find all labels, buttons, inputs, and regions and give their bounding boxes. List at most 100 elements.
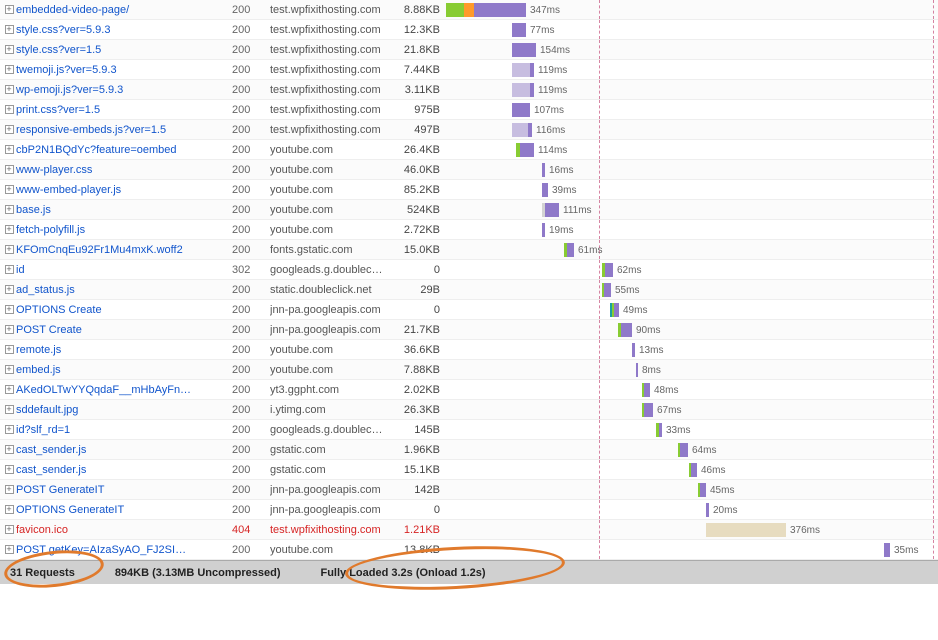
expand-toggle[interactable]: + — [0, 184, 14, 195]
table-row[interactable]: +OPTIONS GenerateIT200jnn-pa.googleapis.… — [0, 500, 938, 520]
timing-bar: 13ms — [632, 343, 663, 357]
table-row[interactable]: +cbP2N1BQdYc?feature=oembed200youtube.co… — [0, 140, 938, 160]
request-url[interactable]: cast_sender.js — [14, 444, 232, 456]
expand-toggle[interactable]: + — [0, 324, 14, 335]
request-url[interactable]: POST Create — [14, 324, 232, 336]
request-url[interactable]: style.css?ver=1.5 — [14, 44, 232, 56]
expand-toggle[interactable]: + — [0, 484, 14, 495]
expand-toggle[interactable]: + — [0, 44, 14, 55]
expand-toggle[interactable]: + — [0, 304, 14, 315]
bar-segment-recv — [614, 303, 619, 317]
request-url[interactable]: www-player.css — [14, 164, 232, 176]
expand-toggle[interactable]: + — [0, 544, 14, 555]
request-size: 29B — [398, 284, 446, 296]
table-row[interactable]: +id?slf_rd=1200googleads.g.doublec…145B3… — [0, 420, 938, 440]
timing-bar: 90ms — [618, 323, 660, 337]
table-row[interactable]: +remote.js200youtube.com36.6KB13ms — [0, 340, 938, 360]
expand-toggle[interactable]: + — [0, 444, 14, 455]
table-row[interactable]: +POST getKey=AIzaSyAO_FJ2SI…200youtube.c… — [0, 540, 938, 560]
expand-toggle[interactable]: + — [0, 24, 14, 35]
request-url[interactable]: twemoji.js?ver=5.9.3 — [14, 64, 232, 76]
table-row[interactable]: +AKedOLTwYYQqdaF__mHbAyFn…200yt3.ggpht.c… — [0, 380, 938, 400]
expand-toggle[interactable]: + — [0, 144, 14, 155]
table-row[interactable]: +embedded-video-page/200test.wpfixithost… — [0, 0, 938, 20]
request-url[interactable]: POST getKey=AIzaSyAO_FJ2SI… — [14, 544, 232, 556]
table-row[interactable]: +twemoji.js?ver=5.9.3200test.wpfixithost… — [0, 60, 938, 80]
expand-toggle[interactable]: + — [0, 104, 14, 115]
request-url[interactable]: www-embed-player.js — [14, 184, 232, 196]
table-row[interactable]: +ad_status.js200static.doubleclick.net29… — [0, 280, 938, 300]
expand-toggle[interactable]: + — [0, 504, 14, 515]
table-row[interactable]: +sddefault.jpg200i.ytimg.com26.3KB67ms — [0, 400, 938, 420]
request-url[interactable]: favicon.ico — [14, 524, 232, 536]
table-row[interactable]: +cast_sender.js200gstatic.com1.96KB64ms — [0, 440, 938, 460]
table-row[interactable]: +POST Create200jnn-pa.googleapis.com21.7… — [0, 320, 938, 340]
timing-bar: 114ms — [516, 143, 567, 157]
table-row[interactable]: +cast_sender.js200gstatic.com15.1KB46ms — [0, 460, 938, 480]
timing-bar: 67ms — [642, 403, 681, 417]
expand-toggle[interactable]: + — [0, 204, 14, 215]
request-url[interactable]: wp-emoji.js?ver=5.9.3 — [14, 84, 232, 96]
request-url[interactable]: OPTIONS Create — [14, 304, 232, 316]
request-url[interactable]: sddefault.jpg — [14, 404, 232, 416]
expand-toggle[interactable]: + — [0, 464, 14, 475]
request-url[interactable]: id — [14, 264, 232, 276]
request-url[interactable]: print.css?ver=1.5 — [14, 104, 232, 116]
request-url[interactable]: fetch-polyfill.js — [14, 224, 232, 236]
table-row[interactable]: +wp-emoji.js?ver=5.9.3200test.wpfixithos… — [0, 80, 938, 100]
expand-toggle[interactable]: + — [0, 224, 14, 235]
expand-toggle[interactable]: + — [0, 264, 14, 275]
expand-toggle[interactable]: + — [0, 84, 14, 95]
expand-toggle[interactable]: + — [0, 404, 14, 415]
expand-toggle[interactable]: + — [0, 4, 14, 15]
table-row[interactable]: +responsive-embeds.js?ver=1.5200test.wpf… — [0, 120, 938, 140]
expand-toggle[interactable]: + — [0, 344, 14, 355]
table-row[interactable]: +OPTIONS Create200jnn-pa.googleapis.com0… — [0, 300, 938, 320]
request-url[interactable]: embedded-video-page/ — [14, 4, 232, 16]
request-url[interactable]: embed.js — [14, 364, 232, 376]
expand-toggle[interactable]: + — [0, 364, 14, 375]
request-status: 200 — [232, 124, 270, 136]
request-url[interactable]: KFOmCnqEu92Fr1Mu4mxK.woff2 — [14, 244, 232, 256]
table-row[interactable]: +style.css?ver=5.9.3200test.wpfixithosti… — [0, 20, 938, 40]
expand-toggle[interactable]: + — [0, 424, 14, 435]
table-row[interactable]: +KFOmCnqEu92Fr1Mu4mxK.woff2200fonts.gsta… — [0, 240, 938, 260]
request-url[interactable]: POST GenerateIT — [14, 484, 232, 496]
request-url[interactable]: style.css?ver=5.9.3 — [14, 24, 232, 36]
timing-label: 67ms — [657, 405, 681, 416]
request-url[interactable]: ad_status.js — [14, 284, 232, 296]
request-status: 200 — [232, 484, 270, 496]
request-url[interactable]: id?slf_rd=1 — [14, 424, 232, 436]
table-row[interactable]: +www-player.css200youtube.com46.0KB16ms — [0, 160, 938, 180]
expand-toggle[interactable]: + — [0, 284, 14, 295]
table-row[interactable]: +POST GenerateIT200jnn-pa.googleapis.com… — [0, 480, 938, 500]
table-row[interactable]: +favicon.ico404test.wpfixithosting.com1.… — [0, 520, 938, 540]
request-domain: youtube.com — [270, 144, 398, 156]
request-domain: i.ytimg.com — [270, 404, 398, 416]
table-row[interactable]: +style.css?ver=1.5200test.wpfixithosting… — [0, 40, 938, 60]
waterfall-cell: 48ms — [446, 380, 938, 399]
table-row[interactable]: +print.css?ver=1.5200test.wpfixithosting… — [0, 100, 938, 120]
request-url[interactable]: OPTIONS GenerateIT — [14, 504, 232, 516]
table-row[interactable]: +fetch-polyfill.js200youtube.com2.72KB19… — [0, 220, 938, 240]
request-url[interactable]: cast_sender.js — [14, 464, 232, 476]
waterfall-cell: 67ms — [446, 400, 938, 419]
table-row[interactable]: +embed.js200youtube.com7.88KB8ms — [0, 360, 938, 380]
request-url[interactable]: responsive-embeds.js?ver=1.5 — [14, 124, 232, 136]
expand-toggle[interactable]: + — [0, 64, 14, 75]
expand-toggle[interactable]: + — [0, 524, 14, 535]
bar-segment-ttfb — [446, 3, 464, 17]
request-domain: youtube.com — [270, 544, 398, 556]
bar-segment-recv — [632, 343, 635, 357]
request-url[interactable]: remote.js — [14, 344, 232, 356]
expand-toggle[interactable]: + — [0, 164, 14, 175]
request-url[interactable]: base.js — [14, 204, 232, 216]
table-row[interactable]: +base.js200youtube.com524KB111ms — [0, 200, 938, 220]
expand-toggle[interactable]: + — [0, 124, 14, 135]
expand-toggle[interactable]: + — [0, 384, 14, 395]
request-url[interactable]: AKedOLTwYYQqdaF__mHbAyFn… — [14, 384, 232, 396]
request-url[interactable]: cbP2N1BQdYc?feature=oembed — [14, 144, 232, 156]
table-row[interactable]: +www-embed-player.js200youtube.com85.2KB… — [0, 180, 938, 200]
expand-toggle[interactable]: + — [0, 244, 14, 255]
table-row[interactable]: +id302googleads.g.doublec…062ms — [0, 260, 938, 280]
